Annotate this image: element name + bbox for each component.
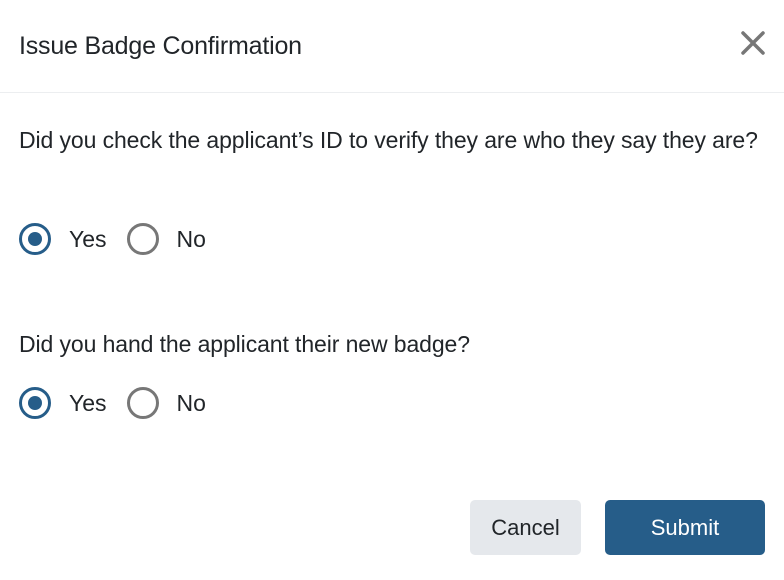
radio-label: Yes [69, 389, 107, 416]
submit-button[interactable]: Submit [605, 500, 765, 555]
radio-label: No [176, 225, 206, 252]
radio-label: Yes [69, 225, 107, 252]
radio-checked-icon[interactable] [19, 223, 51, 255]
close-icon [741, 31, 765, 55]
radio-badge-handed-yes[interactable]: Yes [19, 387, 107, 419]
radio-unchecked-icon[interactable] [126, 223, 159, 255]
radio-label: No [176, 389, 206, 416]
radio-unchecked-icon[interactable] [126, 387, 159, 419]
dialog-title: Issue Badge Confirmation [19, 32, 302, 60]
question-id-check: Did you check the applicant’s ID to veri… [19, 127, 758, 153]
issue-badge-dialog: Issue Badge Confirmation Did you check t… [0, 0, 784, 580]
dialog-header: Issue Badge Confirmation [0, 0, 784, 93]
radio-checked-icon[interactable] [19, 387, 51, 419]
radio-badge-handed-no[interactable]: No [126, 387, 206, 419]
radio-group-badge-handed: Yes No [19, 386, 226, 420]
radio-group-id-check: Yes No [19, 222, 226, 256]
radio-id-check-yes[interactable]: Yes [19, 223, 107, 255]
question-badge-handed: Did you hand the applicant their new bad… [19, 331, 470, 357]
cancel-button[interactable]: Cancel [470, 500, 581, 555]
radio-id-check-no[interactable]: No [126, 223, 206, 255]
close-button[interactable] [738, 28, 768, 58]
